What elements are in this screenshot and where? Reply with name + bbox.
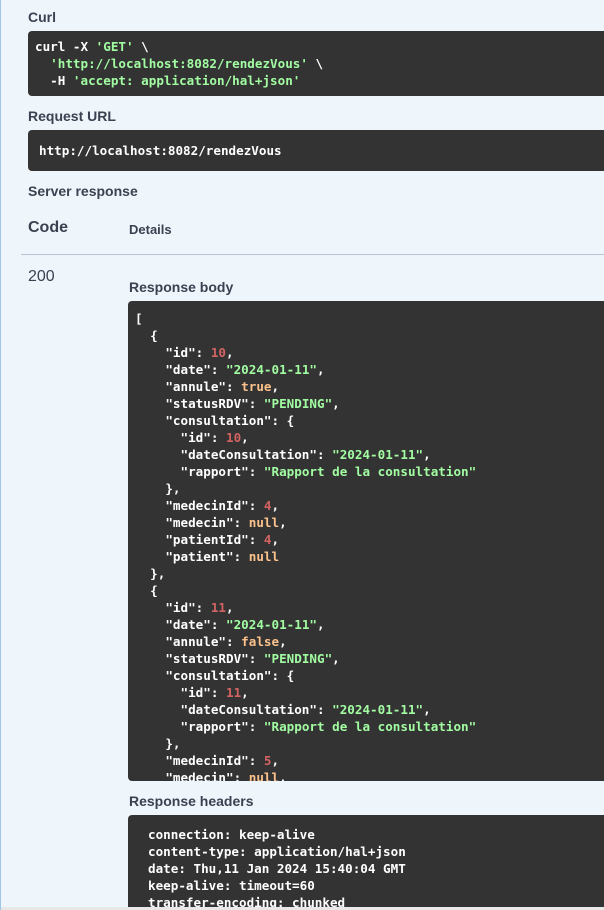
code-column-header: Code (28, 219, 68, 236)
curl-line-1: curl -X 'GET' \ (35, 39, 149, 54)
json-line: "statusRDV": "PENDING", (135, 396, 340, 411)
json-line: "patient": null (135, 549, 280, 564)
request-url-block[interactable]: http://localhost:8082/rendezVous (28, 130, 604, 171)
json-line: "rapport": "Rapport de la consultation" (135, 719, 477, 734)
curl-label: Curl (28, 9, 56, 25)
json-line: "patientId": 4, (135, 532, 280, 547)
json-line: }, (135, 736, 181, 751)
json-line: "annule": true, (135, 379, 280, 394)
json-line: "id": 11, (135, 600, 234, 615)
json-line: "id": 10, (135, 430, 249, 445)
json-line: }, (135, 566, 166, 581)
table-divider (21, 254, 604, 255)
json-line: "medecinId": 5, (135, 753, 280, 768)
status-code: 200 (28, 268, 55, 285)
json-line: "consultation": { (135, 668, 295, 683)
json-line: }, (135, 481, 181, 496)
response-headers-code-block[interactable]: connection: keep-alive content-type: appl… (128, 815, 604, 910)
json-line: "dateConsultation": "2024-01-11", (135, 447, 431, 462)
json-line: "annule": false, (135, 634, 287, 649)
json-line: "medecinId": 4, (135, 498, 280, 513)
json-line: { (135, 583, 158, 598)
curl-line-2: 'http://localhost:8082/rendezVous' \ (50, 56, 324, 71)
response-panel: Curl curl -X 'GET' \ 'http://localhost:8… (0, 0, 604, 910)
json-line: "id": 11, (135, 685, 249, 700)
json-line: "date": "2024-01-11", (135, 362, 325, 377)
json-line: "statusRDV": "PENDING", (135, 651, 340, 666)
json-line: "consultation": { (135, 413, 295, 428)
json-line: "rapport": "Rapport de la consultation" (135, 464, 477, 479)
response-body-label: Response body (129, 279, 234, 295)
request-url-label: Request URL (28, 108, 116, 124)
json-line: "date": "2024-01-11", (135, 617, 325, 632)
server-response-label: Server response (28, 183, 138, 199)
details-column-header: Details (129, 222, 172, 237)
header-line: connection: keep-alive (148, 827, 315, 842)
curl-code-block[interactable]: curl -X 'GET' \ 'http://localhost:8082/r… (28, 31, 604, 96)
json-line: "id": 10, (135, 345, 234, 360)
header-line: keep-alive: timeout=60 (148, 878, 315, 893)
json-line: "dateConsultation": "2024-01-11", (135, 702, 431, 717)
json-line: "medecin": null, (135, 770, 287, 781)
curl-line-3: -H 'accept: application/hal+json' (35, 73, 301, 88)
json-line: { (135, 328, 158, 343)
response-body-code-block[interactable]: [ { "id": 10, "date": "2024-01-11", "ann… (128, 301, 604, 781)
json-line: [ (135, 311, 143, 326)
json-line: "medecin": null, (135, 515, 287, 530)
header-line: content-type: application/hal+json (148, 844, 406, 859)
response-headers-label: Response headers (129, 793, 254, 809)
header-line: date: Thu,11 Jan 2024 15:40:04 GMT (148, 861, 406, 876)
